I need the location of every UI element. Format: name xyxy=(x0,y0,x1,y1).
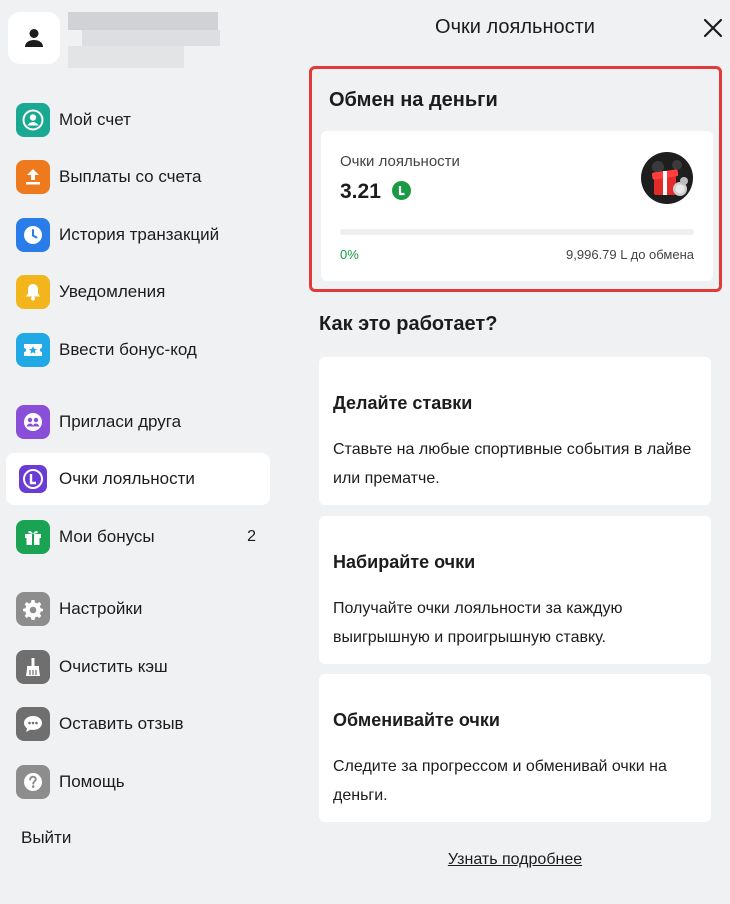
points-value: 3.21 xyxy=(340,180,381,203)
ticket-star-icon xyxy=(16,333,50,367)
how-it-works-title: Как это работает? xyxy=(319,313,498,335)
user-icon xyxy=(25,29,43,47)
sidebar-item-label: Выплаты со счета xyxy=(59,167,202,186)
sidebar-item-loyalty-points[interactable]: Очки лояльности xyxy=(6,453,270,505)
sidebar-item-my-account[interactable]: Мой счет xyxy=(6,94,270,146)
sidebar-item-label: Настройки xyxy=(59,599,143,618)
progress-remaining: 9,996.79 L до обмена xyxy=(566,247,694,262)
step-description: Получайте очки лояльности за каждую выиг… xyxy=(333,600,623,646)
step-card: Делайте ставки Ставьте на любые спортивн… xyxy=(319,357,711,505)
sidebar-item-bonus-code[interactable]: Ввести бонус-код xyxy=(6,324,270,376)
sidebar-item-withdrawals[interactable]: Выплаты со счета xyxy=(6,151,270,203)
step-description: Следите за прогрессом и обменивай очки н… xyxy=(333,758,667,804)
sidebar-item-clear-cache[interactable]: Очистить кэш xyxy=(6,641,270,693)
step-description: Ставьте на любые спортивные события в ла… xyxy=(333,441,692,487)
progress-percent: 0% xyxy=(340,247,359,262)
sidebar-item-label: Мои бонусы xyxy=(59,527,155,546)
sidebar-item-invite-friend[interactable]: Пригласи друга xyxy=(6,396,270,448)
sidebar: Мой счет Выплаты со счета История транза… xyxy=(0,0,290,904)
loyalty-currency-icon xyxy=(392,181,411,200)
sidebar-item-label: Помощь xyxy=(59,772,125,791)
sidebar-item-label: История транзакций xyxy=(59,225,220,244)
close-icon xyxy=(703,18,723,38)
step-title: Обменивайте очки xyxy=(333,710,500,730)
sidebar-item-label: Очистить кэш xyxy=(59,657,168,676)
friends-icon xyxy=(16,405,50,439)
sidebar-item-notifications[interactable]: Уведомления xyxy=(6,266,270,318)
sidebar-item-label: Очки лояльности xyxy=(59,469,195,488)
profile-name-redacted xyxy=(68,12,220,70)
sidebar-item-leave-feedback[interactable]: Оставить отзыв xyxy=(6,698,270,750)
avatar[interactable] xyxy=(8,12,60,64)
learn-more-link[interactable]: Узнать подробнее xyxy=(300,851,730,869)
bonus-count-badge: 2 xyxy=(247,528,256,545)
step-card: Набирайте очки Получайте очки лояльности… xyxy=(319,516,711,664)
sidebar-item-help[interactable]: Помощь xyxy=(6,756,270,808)
loyalty-l-icon xyxy=(16,462,50,496)
exchange-progress-bar xyxy=(340,229,694,235)
exchange-section: Обмен на деньги Очки лояльности 3.21 0% … xyxy=(309,66,722,292)
logout-link[interactable]: Выйти xyxy=(21,828,71,848)
sidebar-item-my-bonuses[interactable]: Мои бонусы 2 xyxy=(6,511,270,563)
sidebar-item-label: Уведомления xyxy=(59,282,166,301)
sidebar-item-label: Оставить отзыв xyxy=(59,714,184,733)
step-title: Делайте ставки xyxy=(333,393,473,413)
gear-icon xyxy=(16,592,50,626)
points-card: Очки лояльности 3.21 0% 9,996.79 L до об… xyxy=(321,131,713,281)
chat-bubble-icon xyxy=(16,707,50,741)
gift-box-icon xyxy=(640,151,694,205)
question-icon xyxy=(16,765,50,799)
sidebar-item-label: Ввести бонус-код xyxy=(59,340,197,359)
page-title: Очки лояльности xyxy=(435,16,595,38)
sidebar-item-transaction-history[interactable]: История транзакций xyxy=(6,209,270,261)
sidebar-item-label: Мой счет xyxy=(59,110,131,129)
close-button[interactable] xyxy=(701,16,725,40)
step-title: Набирайте очки xyxy=(333,552,476,572)
bell-icon xyxy=(16,275,50,309)
broom-icon xyxy=(16,650,50,684)
clock-icon xyxy=(16,218,50,252)
exchange-title: Обмен на деньги xyxy=(329,89,498,111)
points-label: Очки лояльности xyxy=(340,153,460,170)
gift-icon xyxy=(16,520,50,554)
sidebar-item-settings[interactable]: Настройки xyxy=(6,583,270,635)
step-card: Обменивайте очки Следите за прогрессом и… xyxy=(319,674,711,822)
upload-icon xyxy=(16,160,50,194)
user-circle-icon xyxy=(16,103,50,137)
sidebar-item-label: Пригласи друга xyxy=(59,412,182,431)
